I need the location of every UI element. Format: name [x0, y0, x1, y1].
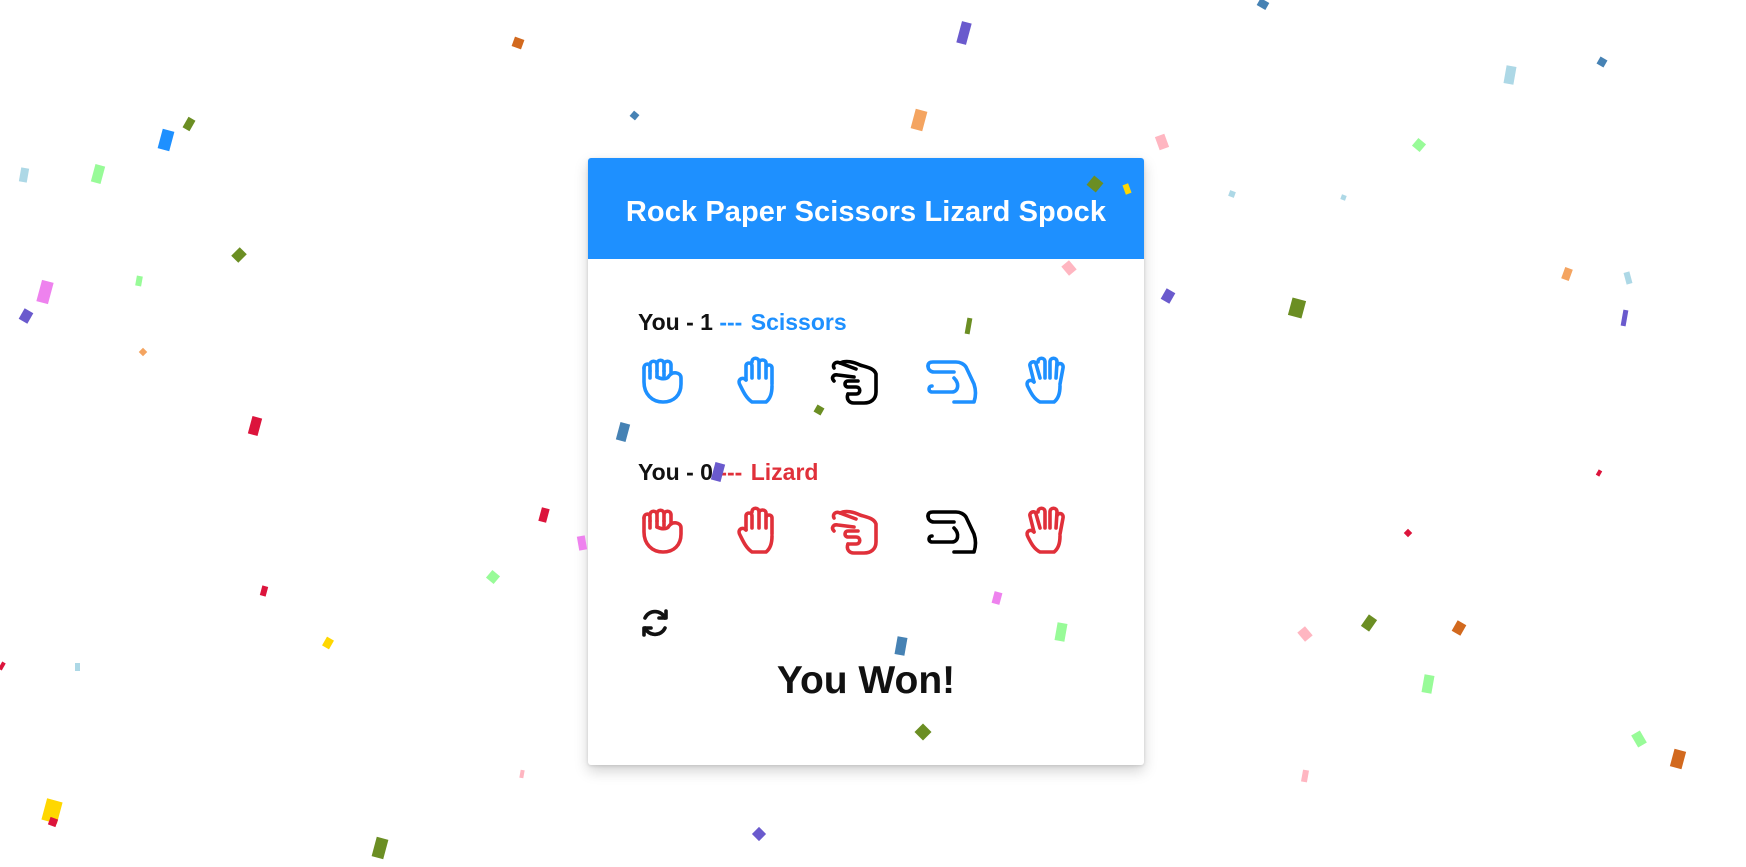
computer-lizard-icon-slot: [924, 503, 1020, 559]
confetti-piece: [751, 826, 767, 842]
confetti-piece: [231, 247, 247, 263]
confetti-piece: [41, 798, 63, 824]
confetti-piece: [259, 585, 269, 597]
confetti-piece: [1421, 674, 1435, 694]
confetti-piece: [1503, 65, 1517, 85]
paper-icon: [737, 506, 774, 554]
confetti-piece: [182, 116, 196, 132]
confetti-piece: [1595, 469, 1603, 477]
confetti-piece: [1154, 133, 1170, 151]
confetti-piece: [47, 816, 59, 828]
scissors-icon: [830, 359, 878, 405]
confetti-piece: [135, 275, 143, 287]
lizard-icon: [926, 510, 978, 554]
confetti-piece: [1301, 769, 1309, 783]
confetti-piece: [629, 110, 640, 121]
card-header: Rock Paper Scissors Lizard Spock: [588, 158, 1144, 259]
player-choice-separator: ---: [719, 309, 743, 335]
confetti-piece: [485, 569, 501, 585]
player-lizard-button[interactable]: [924, 353, 1020, 409]
confetti-piece: [75, 663, 80, 671]
confetti-piece: [1623, 271, 1633, 285]
computer-choice-separator: ---: [719, 459, 743, 485]
player-paper-button[interactable]: [732, 353, 828, 409]
confetti-piece: [576, 535, 588, 551]
game-page: Rock Paper Scissors Lizard Spock You - 1…: [0, 0, 1746, 867]
confetti-piece: [1360, 614, 1378, 632]
confetti-piece: [1620, 309, 1629, 327]
spock-icon: [1025, 356, 1065, 404]
reset-button[interactable]: [638, 606, 672, 640]
scissors-icon: [830, 509, 878, 555]
confetti-piece: [511, 36, 525, 50]
confetti-piece: [157, 128, 175, 152]
lizard-icon: [926, 360, 978, 404]
confetti-piece: [1160, 288, 1176, 304]
confetti-piece: [36, 279, 54, 305]
confetti-piece: [371, 836, 389, 860]
confetti-piece: [1297, 626, 1313, 642]
confetti-piece: [138, 347, 148, 357]
confetti-piece: [0, 661, 6, 671]
paper-icon: [737, 356, 774, 404]
computer-scissors-icon-slot: [828, 503, 924, 559]
player-scissors-button[interactable]: [828, 353, 924, 409]
game-card: Rock Paper Scissors Lizard Spock You - 1…: [588, 158, 1144, 765]
computer-spock-icon-slot: [1020, 503, 1116, 559]
rock-icon: [642, 358, 683, 404]
confetti-piece: [1403, 528, 1413, 538]
confetti-piece: [910, 108, 928, 132]
confetti-piece: [1287, 297, 1307, 319]
confetti-piece: [1340, 194, 1347, 201]
confetti-piece: [1596, 56, 1608, 68]
computer-paper-icon-slot: [732, 503, 828, 559]
player-rock-button[interactable]: [636, 353, 732, 409]
computer-choice-icons: [636, 503, 1116, 559]
confetti-piece: [956, 21, 972, 45]
confetti-piece: [1411, 137, 1427, 153]
confetti-piece: [322, 636, 334, 650]
confetti-piece: [1669, 748, 1687, 770]
player-score-row: You - 1 --- Scissors: [638, 309, 847, 336]
computer-choice-label: Lizard: [750, 459, 819, 485]
confetti-piece: [90, 164, 106, 184]
rock-icon: [642, 508, 683, 554]
computer-score-row: You - 0 --- Lizard: [638, 459, 818, 486]
confetti-piece: [519, 769, 525, 779]
confetti-piece: [1561, 266, 1573, 282]
confetti-piece: [18, 167, 30, 183]
player-choice-label: Scissors: [750, 309, 847, 335]
result-message: You Won!: [776, 659, 956, 702]
player-score-label: You - 1: [638, 309, 713, 335]
computer-score-label: You - 0: [638, 459, 713, 485]
page-title: Rock Paper Scissors Lizard Spock: [625, 196, 1107, 228]
player-choice-icons: [636, 353, 1116, 409]
refresh-icon: [642, 609, 668, 637]
confetti-piece: [247, 416, 263, 436]
confetti-piece: [1451, 620, 1467, 636]
confetti-piece: [1228, 190, 1236, 198]
confetti-piece: [538, 507, 550, 523]
confetti-piece: [1631, 730, 1647, 748]
spock-icon: [1025, 506, 1065, 554]
confetti-piece: [1256, 0, 1270, 10]
confetti-piece: [18, 308, 34, 324]
player-spock-button[interactable]: [1020, 353, 1116, 409]
computer-rock-icon-slot: [636, 503, 732, 559]
